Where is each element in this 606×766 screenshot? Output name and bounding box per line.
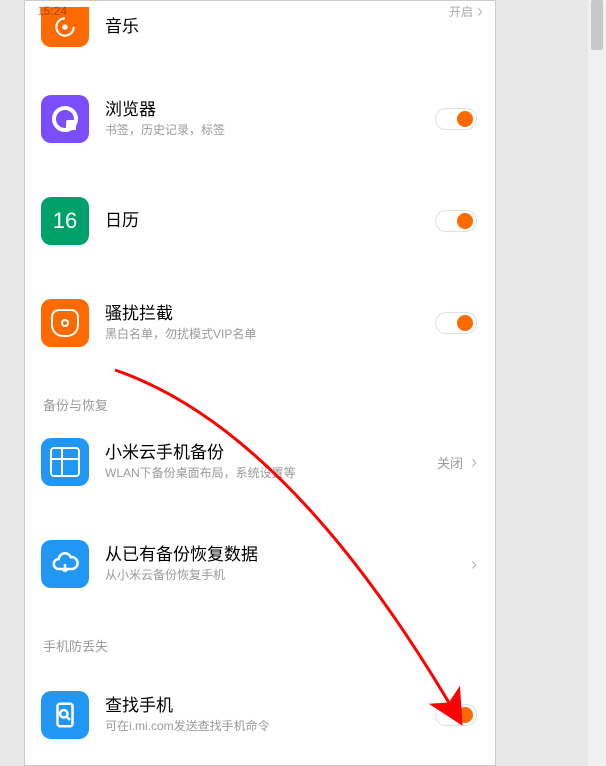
row-title: 骚扰拦截 [105,303,435,325]
row-subtitle: 黑白名单，勿扰模式VIP名单 [105,327,435,343]
chevron-right-icon: › [471,453,477,471]
chevron-right-icon: › [477,2,483,20]
toggle-calendar[interactable] [435,210,477,232]
toggle-browser[interactable] [435,108,477,130]
row-browser[interactable]: 浏览器 书签，历史记录，标签 [25,79,495,159]
calendar-icon-text: 16 [53,208,77,234]
row-find-phone[interactable]: 查找手机 可在i.mi.com发送查找手机命令 [25,675,495,755]
row-restore[interactable]: 从已有备份恢复数据 从小米云备份恢复手机 › [25,524,495,604]
section-backup-restore: 备份与恢复 [25,385,495,422]
cloud-download-icon [41,540,89,588]
row-subtitle: 可在i.mi.com发送查找手机命令 [105,719,435,735]
row-cloud-backup[interactable]: 小米云手机备份 WLAN下备份桌面布局，系统设置等 关闭 › [25,422,495,502]
row-block[interactable]: 骚扰拦截 黑白名单，勿扰模式VIP名单 [25,283,495,363]
phone-frame: 15:24 开启 › 音乐 浏览器 书签，历史记录，标签 [24,0,496,766]
settings-list: 音乐 浏览器 书签，历史记录，标签 16 日历 [25,1,495,755]
find-phone-icon [41,691,89,739]
toggle-block[interactable] [435,312,477,334]
status-bar: 15:24 开启 › [25,1,495,21]
status-time: 15:24 [37,4,67,18]
row-subtitle: 从小米云备份恢复手机 [105,568,471,584]
row-title: 浏览器 [105,99,435,121]
shield-icon [41,299,89,347]
toggle-find-phone[interactable] [435,704,477,726]
outer-scrollbar[interactable] [588,0,606,766]
row-title: 小米云手机备份 [105,442,437,464]
row-title: 查找手机 [105,695,435,717]
row-title: 从已有备份恢复数据 [105,544,471,566]
status-top-label: 开启 [449,3,473,20]
row-subtitle: 书签，历史记录，标签 [105,123,435,139]
row-tail-text: 关闭 [437,453,463,472]
row-title: 日历 [105,210,435,232]
row-subtitle: WLAN下备份桌面布局，系统设置等 [105,466,437,482]
calendar-icon: 16 [41,197,89,245]
grid-icon [41,438,89,486]
row-calendar[interactable]: 16 日历 [25,181,495,261]
section-anti-lost: 手机防丢失 [25,626,495,663]
browser-icon [41,95,89,143]
chevron-right-icon: › [471,555,477,573]
